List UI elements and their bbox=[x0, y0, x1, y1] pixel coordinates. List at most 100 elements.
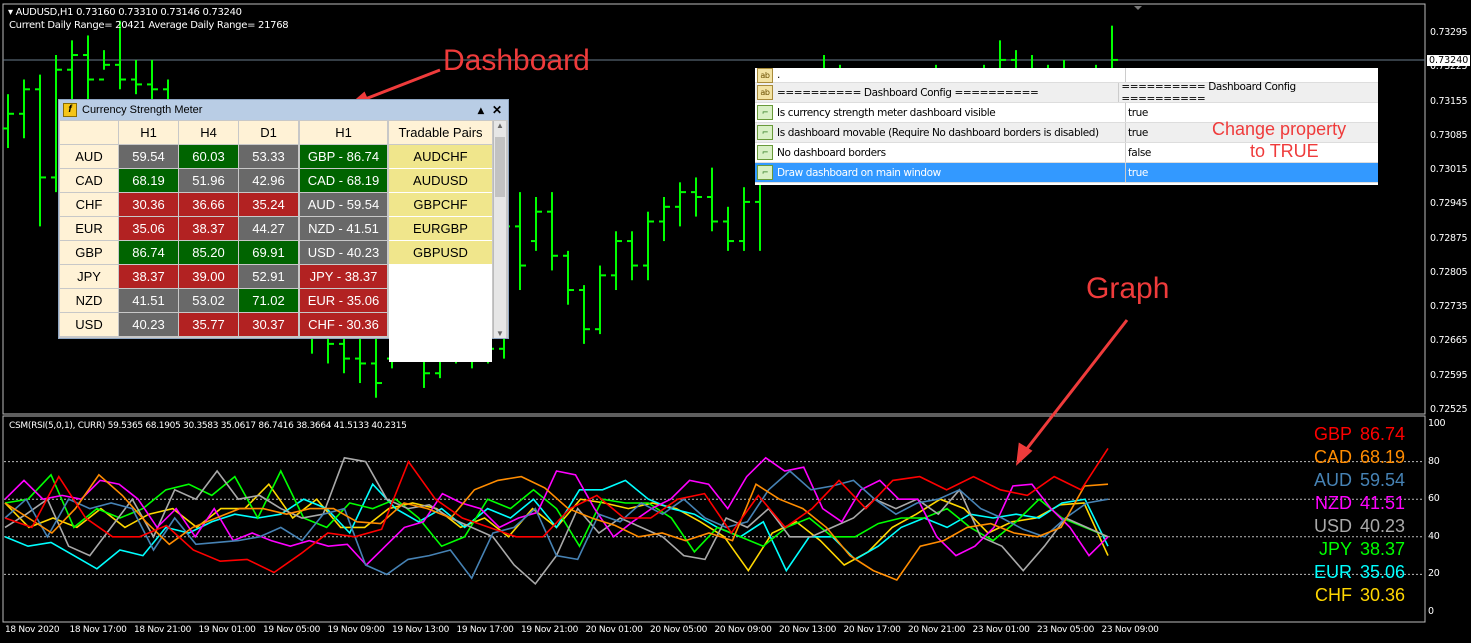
close-icon[interactable]: ✕ bbox=[492, 103, 502, 117]
price-bar bbox=[691, 177, 702, 217]
sorted-header: H1 bbox=[300, 121, 387, 144]
strength-cell: 40.23 bbox=[119, 313, 178, 336]
series-line-jpy bbox=[4, 469, 1109, 554]
boolean-property-icon: ⌐ bbox=[757, 125, 773, 140]
property-value[interactable]: false bbox=[1126, 147, 1151, 159]
currency-label: CHF bbox=[60, 193, 118, 216]
currency-label: JPY bbox=[60, 265, 118, 288]
time-tick: 20 Nov 01:00 bbox=[585, 625, 643, 635]
price-tick: 0.73085 bbox=[1430, 129, 1468, 141]
series-line-nzd bbox=[4, 456, 1109, 567]
legend-item-nzd: NZD 41.51 bbox=[1306, 493, 1405, 513]
property-value[interactable]: true bbox=[1126, 127, 1148, 139]
price-bar bbox=[19, 79, 30, 139]
strength-cell: 85.20 bbox=[179, 241, 238, 264]
text-property-icon: ab bbox=[757, 67, 773, 83]
series-line-usd bbox=[4, 456, 1109, 585]
legend-name: EUR bbox=[1313, 562, 1352, 582]
price-bar bbox=[675, 182, 686, 227]
price-tick: 0.72735 bbox=[1430, 301, 1468, 313]
legend-value: 38.37 bbox=[1360, 539, 1406, 559]
property-value[interactable]: true bbox=[1126, 107, 1148, 119]
price-bar bbox=[579, 285, 590, 344]
price-bar bbox=[115, 20, 126, 90]
indicator-legend: GBP 86.74 CAD 68.19 AUD 59.54 NZD 41.51 USD 40.23… bbox=[1306, 424, 1405, 605]
indicator-tick: 20 bbox=[1428, 568, 1440, 580]
indicator-tick: 80 bbox=[1428, 455, 1440, 467]
current-price-label: 0.73240 bbox=[1427, 55, 1471, 66]
sorted-cell: GBP - 86.74 bbox=[300, 145, 387, 168]
property-row[interactable]: ab ========== Dashboard Config ==========… bbox=[755, 81, 1378, 105]
price-bar bbox=[3, 94, 14, 149]
property-value[interactable]: true bbox=[1126, 167, 1148, 179]
column-header: H1 bbox=[119, 121, 178, 144]
sorted-cell: CAD - 68.19 bbox=[300, 169, 387, 192]
time-tick: 20 Nov 21:00 bbox=[908, 625, 966, 635]
price-bar bbox=[707, 167, 718, 232]
price-bar bbox=[627, 231, 638, 281]
time-tick: 23 Nov 05:00 bbox=[1037, 625, 1095, 635]
pairs-column: Tradable Pairs AUDCHF AUDUSD GBPCHF EURGBP GB… bbox=[389, 121, 492, 362]
symbol-line: AUDUSD,H1 0.73160 0.73310 0.73146 0.7324… bbox=[15, 7, 242, 18]
boolean-property-icon: ⌐ bbox=[757, 105, 773, 120]
annotation-graph: Graph bbox=[1086, 272, 1170, 305]
legend-item-usd: USD 40.23 bbox=[1306, 516, 1405, 536]
scroll-down-icon[interactable]: ▼ bbox=[494, 329, 506, 338]
currency-label: CAD bbox=[60, 169, 118, 192]
currency-label: AUD bbox=[60, 145, 118, 168]
legend-value: 59.54 bbox=[1360, 470, 1406, 490]
time-tick: 20 Nov 13:00 bbox=[779, 625, 837, 635]
time-tick: 18 Nov 2020 bbox=[5, 625, 60, 635]
scrollbar[interactable]: ▲ ▼ bbox=[493, 121, 506, 338]
column-header: D1 bbox=[239, 121, 298, 144]
property-key: ⌐ Is dashboard movable (Require No dashbo… bbox=[755, 123, 1126, 142]
sorted-cell: CHF - 30.36 bbox=[300, 313, 387, 336]
scroll-up-icon[interactable]: ▲ bbox=[494, 121, 506, 130]
currency-label: USD bbox=[60, 313, 118, 336]
scroll-thumb[interactable] bbox=[495, 137, 505, 197]
price-tick: 0.73015 bbox=[1430, 164, 1468, 176]
pair-item[interactable]: EURGBP bbox=[389, 217, 492, 240]
property-key: ab. bbox=[755, 67, 1126, 83]
currency-label: GBP bbox=[60, 241, 118, 264]
function-icon: f bbox=[63, 103, 77, 117]
pairs-header: Tradable Pairs bbox=[389, 121, 492, 144]
legend-item-cad: CAD 68.19 bbox=[1306, 447, 1405, 467]
pair-item[interactable]: GBPUSD bbox=[389, 241, 492, 264]
property-key: ⌐ Is currency strength meter dashboard vi… bbox=[755, 103, 1126, 122]
indicator-tick: 0 bbox=[1428, 606, 1434, 617]
price-tick: 0.73155 bbox=[1430, 95, 1468, 107]
price-tick: 0.72665 bbox=[1430, 335, 1468, 347]
boolean-property-icon: ⌐ bbox=[757, 165, 773, 180]
price-bar bbox=[531, 197, 542, 251]
strength-cell: 52.91 bbox=[239, 265, 298, 288]
legend-item-aud: AUD 59.54 bbox=[1306, 470, 1405, 490]
indicator-tick: 100 bbox=[1428, 418, 1446, 429]
shift-marker-icon[interactable] bbox=[1134, 6, 1142, 10]
minimize-icon[interactable]: ▴ bbox=[478, 103, 484, 117]
strength-cell: 38.37 bbox=[179, 217, 238, 240]
property-value[interactable]: ========== Dashboard Config ========== bbox=[1119, 81, 1378, 105]
property-name: No dashboard borders bbox=[777, 146, 886, 159]
legend-name: AUD bbox=[1313, 470, 1352, 490]
annotation-change: Change property bbox=[1212, 119, 1347, 139]
dashboard-titlebar[interactable]: f Currency Strength Meter ▴ ✕ bbox=[59, 100, 508, 120]
pair-item[interactable]: AUDCHF bbox=[389, 145, 492, 168]
currency-strength-dashboard[interactable]: f Currency Strength Meter ▴ ✕ AUD CAD CHF EU… bbox=[58, 99, 509, 362]
strength-cell: 68.19 bbox=[119, 169, 178, 192]
strength-cell: 51.96 bbox=[179, 169, 238, 192]
time-tick: 19 Nov 05:00 bbox=[263, 625, 321, 635]
property-row[interactable]: ⌐ Draw dashboard on main window true bbox=[755, 163, 1378, 183]
price-bar bbox=[547, 192, 558, 271]
price-bar bbox=[83, 35, 94, 104]
sorted-cell: USD - 40.23 bbox=[300, 241, 387, 264]
price-tick: 0.72595 bbox=[1430, 369, 1468, 381]
header-blank bbox=[60, 121, 118, 144]
sorted-cell: NZD - 41.51 bbox=[300, 217, 387, 240]
strength-cell: 59.54 bbox=[119, 145, 178, 168]
boolean-property-icon: ⌐ bbox=[757, 145, 773, 160]
legend-value: 40.23 bbox=[1360, 516, 1406, 536]
legend-name: CAD bbox=[1313, 447, 1352, 467]
pair-item[interactable]: AUDUSD bbox=[389, 169, 492, 192]
pair-item[interactable]: GBPCHF bbox=[389, 193, 492, 216]
